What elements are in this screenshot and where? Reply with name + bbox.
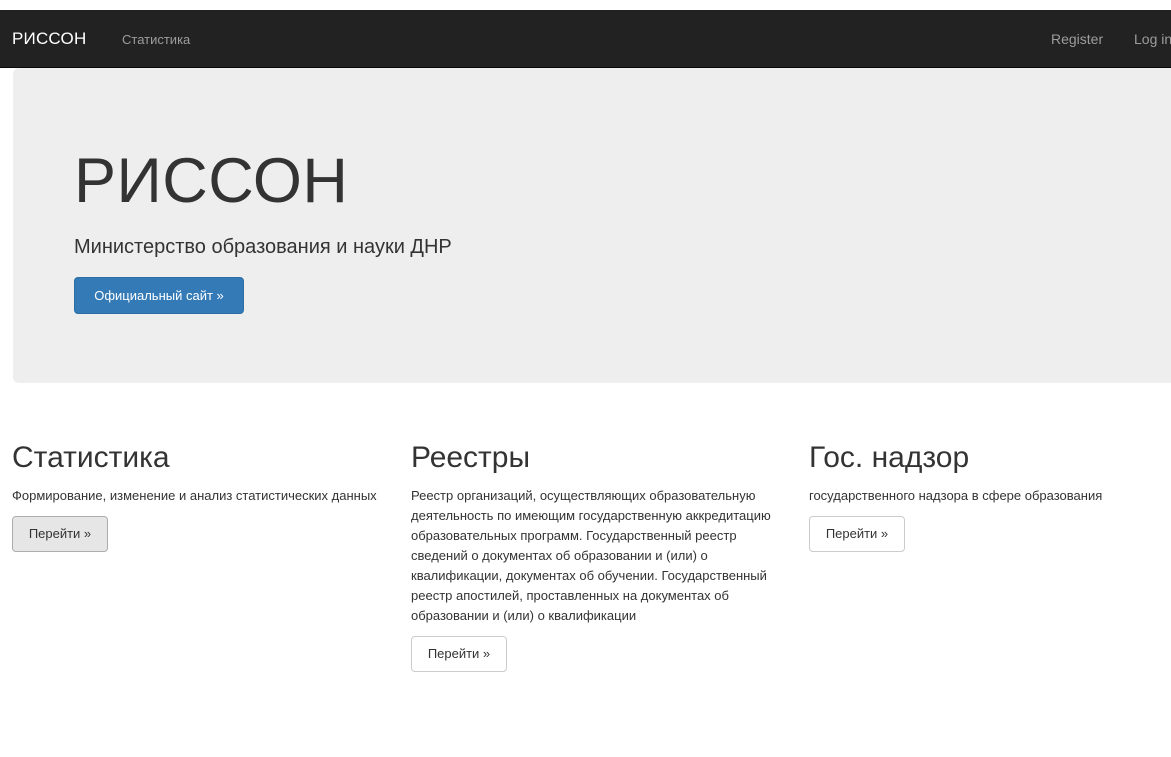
column-title: Гос. надзор (809, 441, 970, 474)
brand-link[interactable]: РИССОН (12, 29, 86, 49)
column-title: Реестры (411, 441, 531, 474)
register-link[interactable]: Register (1051, 31, 1103, 47)
official-site-button[interactable]: Официальный сайт » (74, 277, 244, 314)
hero-subtitle: Министерство образования и науки ДНР (74, 236, 452, 258)
column-registries: Реестры Реестр организаций, осуществляющ… (411, 436, 781, 672)
nav-link-statistics[interactable]: Статистика (122, 32, 190, 48)
hero-title: РИССОН (74, 146, 349, 216)
column-supervision: Гос. надзор государственного надзора в с… (809, 436, 1171, 552)
column-title: Статистика (12, 441, 170, 474)
jumbotron: РИССОН Министерство образования и науки … (13, 68, 1171, 383)
go-button-statistics[interactable]: Перейти » (12, 516, 108, 552)
column-text: Формирование, изменение и анализ статист… (12, 488, 377, 503)
go-button-supervision[interactable]: Перейти » (809, 516, 905, 552)
login-link[interactable]: Log in (1134, 31, 1171, 47)
column-text: Реестр организаций, осуществляющих образ… (411, 488, 771, 623)
top-navbar: РИССОН Статистика Register Log in (0, 10, 1171, 68)
top-strip (0, 0, 1171, 10)
go-button-registries[interactable]: Перейти » (411, 636, 507, 672)
column-statistics: Статистика Формирование, изменение и ана… (12, 436, 392, 552)
column-text: государственного надзора в сфере образов… (809, 488, 1103, 503)
